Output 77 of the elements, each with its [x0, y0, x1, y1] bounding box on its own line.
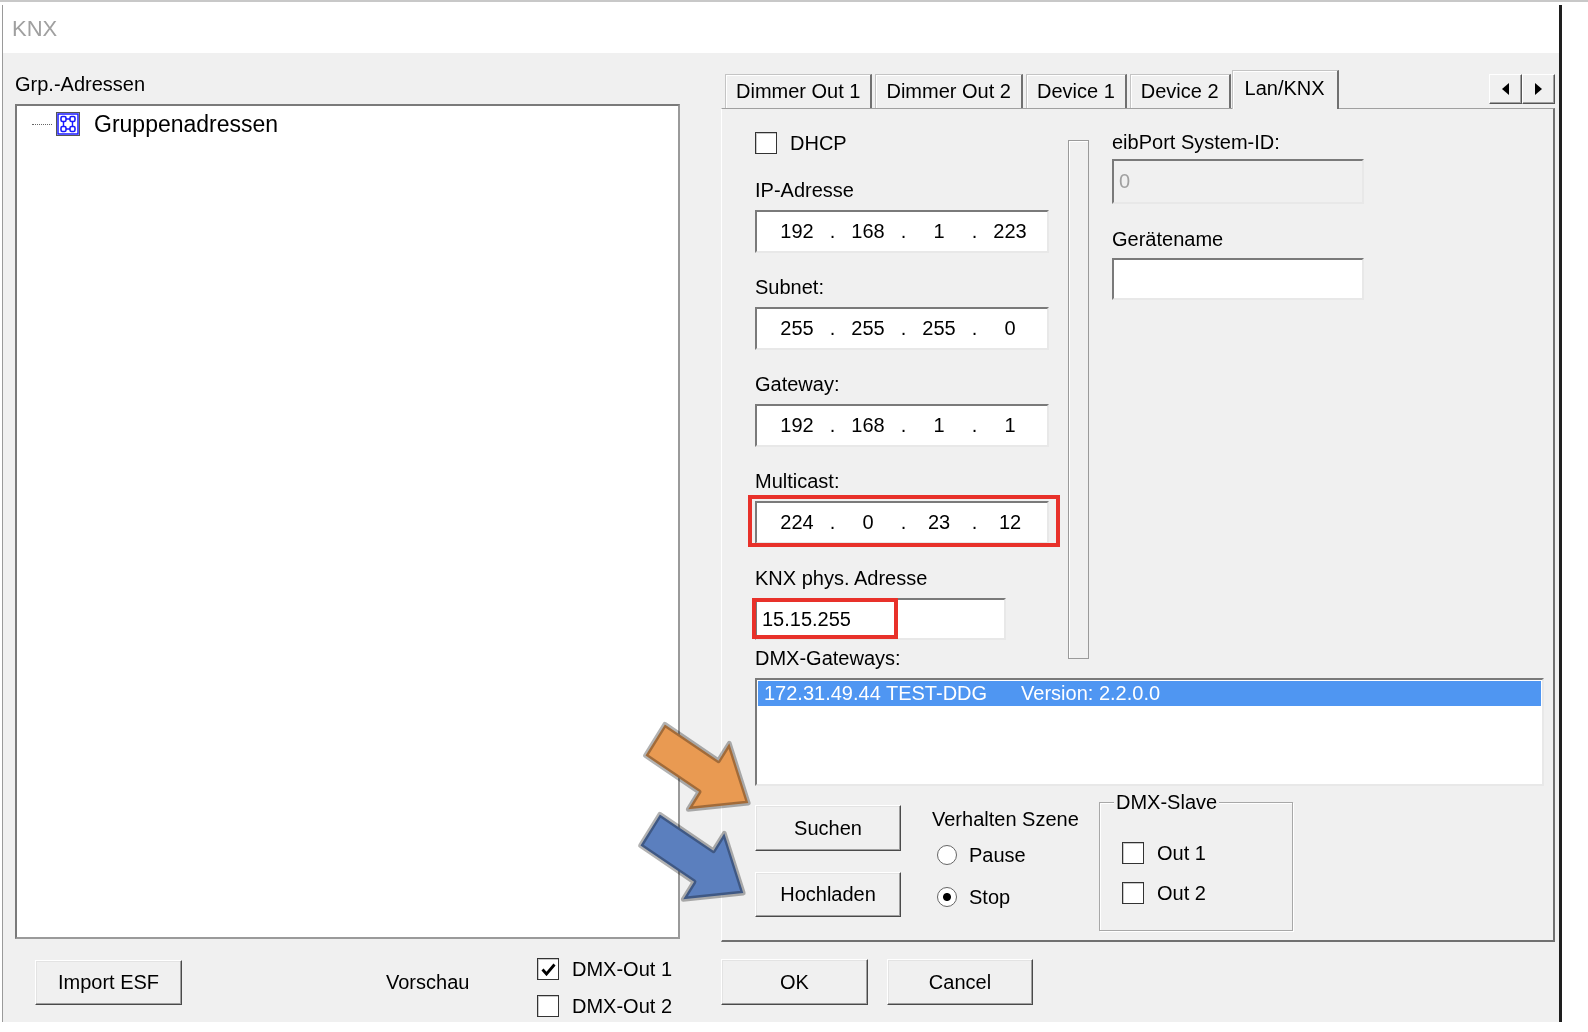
checkbox[interactable]: [755, 132, 777, 154]
tab[interactable]: Device 2: [1129, 74, 1231, 108]
checkbox-label: DMX-Out 1: [572, 957, 673, 981]
ip-octet: 1: [1003, 414, 1017, 437]
triangle-left-icon: [1502, 83, 1509, 95]
preview-label: Vorschau: [386, 970, 471, 994]
field-label: eibPort System-ID:: [1112, 130, 1281, 154]
radio-group-label: Verhalten Szene: [932, 807, 1080, 831]
tab[interactable]: Lan/KNX: [1231, 70, 1339, 109]
field-label: IP-Adresse: [755, 178, 855, 202]
grid-icon: [56, 112, 80, 136]
ip-address-field[interactable]: 192 . 168 . 1 . 1: [755, 404, 1049, 447]
checkbox-label: DHCP: [790, 131, 847, 155]
ip-octet: 23: [926, 511, 952, 534]
ip-octet: 224: [779, 511, 815, 534]
ok-button[interactable]: OK: [721, 959, 868, 1005]
field-label: Gateway:: [755, 372, 841, 396]
ip-address-field[interactable]: 192 . 168 . 1 . 223: [755, 210, 1049, 253]
ip-separator: .: [970, 414, 979, 437]
radio-label: Pause: [969, 843, 1026, 867]
tab[interactable]: Device 1: [1025, 74, 1127, 108]
ip-separator: .: [899, 511, 908, 534]
radio-label: Stop: [969, 885, 1011, 909]
upload-button[interactable]: Hochladen: [755, 872, 901, 917]
ip-separator: .: [970, 317, 979, 340]
ip-octet: 168: [850, 220, 886, 243]
radio-button[interactable]: [937, 887, 957, 907]
checkbox[interactable]: [537, 995, 559, 1017]
ip-octet: 0: [861, 511, 875, 534]
ip-separator: .: [970, 511, 979, 534]
field-label: KNX phys. Adresse: [755, 566, 929, 590]
ip-separator: .: [828, 317, 837, 340]
ip-separator: .: [899, 220, 908, 243]
ip-octet: 192: [779, 414, 815, 437]
triangle-right-icon: [1535, 83, 1542, 95]
field-label: Subnet:: [755, 275, 825, 299]
panel-label: Grp.-Adressen: [15, 72, 147, 96]
checkbox[interactable]: [537, 958, 559, 980]
ip-address-field[interactable]: 224 . 0 . 23 . 12: [755, 501, 1049, 544]
ip-octet: 192: [779, 220, 815, 243]
field-label: Gerätename: [1112, 227, 1225, 251]
ip-separator: .: [899, 414, 908, 437]
ip-separator: .: [899, 317, 908, 340]
ip-separator: .: [828, 511, 837, 534]
tab[interactable]: Dimmer Out 1: [725, 74, 873, 108]
window-title: KNX: [3, 5, 1559, 53]
tree-connector-line: [32, 123, 52, 125]
ip-octet: 255: [850, 317, 886, 340]
radio-button[interactable]: [937, 845, 957, 865]
ip-separator: .: [828, 414, 837, 437]
ip-octet: 168: [850, 414, 886, 437]
search-button[interactable]: Suchen: [755, 805, 901, 851]
checkbox-label: Out 2: [1157, 881, 1206, 905]
ip-separator: .: [970, 220, 979, 243]
tree-item[interactable]: Gruppenadressen: [56, 110, 279, 138]
device-name-field[interactable]: [1112, 258, 1364, 300]
ip-address-field[interactable]: 255 . 255 . 255 . 0: [755, 307, 1049, 350]
ip-separator: .: [828, 220, 837, 243]
tab-scroll-left-button[interactable]: [1489, 74, 1522, 104]
checkbox[interactable]: [1122, 842, 1144, 864]
field-label: Multicast:: [755, 469, 841, 493]
tab-scroll-right-button[interactable]: [1522, 74, 1555, 104]
ip-octet: 1: [932, 414, 946, 437]
ip-octet: 255: [779, 317, 815, 340]
checkbox-label: Out 1: [1157, 841, 1206, 865]
ip-octet: 223: [992, 220, 1028, 243]
checkbox-label: DMX-Out 2: [572, 994, 673, 1018]
checkbox[interactable]: [1122, 882, 1144, 904]
tab[interactable]: Dimmer Out 2: [875, 74, 1023, 108]
field-label: DMX-Gateways:: [755, 646, 902, 670]
ip-octet: 0: [1003, 317, 1017, 340]
cancel-button[interactable]: Cancel: [887, 959, 1033, 1005]
ip-octet: 255: [921, 317, 957, 340]
checkmark-icon: [540, 962, 556, 976]
ip-octet: 12: [997, 511, 1023, 534]
import-button[interactable]: Import ESF: [35, 960, 182, 1005]
ip-octet: 1: [932, 220, 946, 243]
